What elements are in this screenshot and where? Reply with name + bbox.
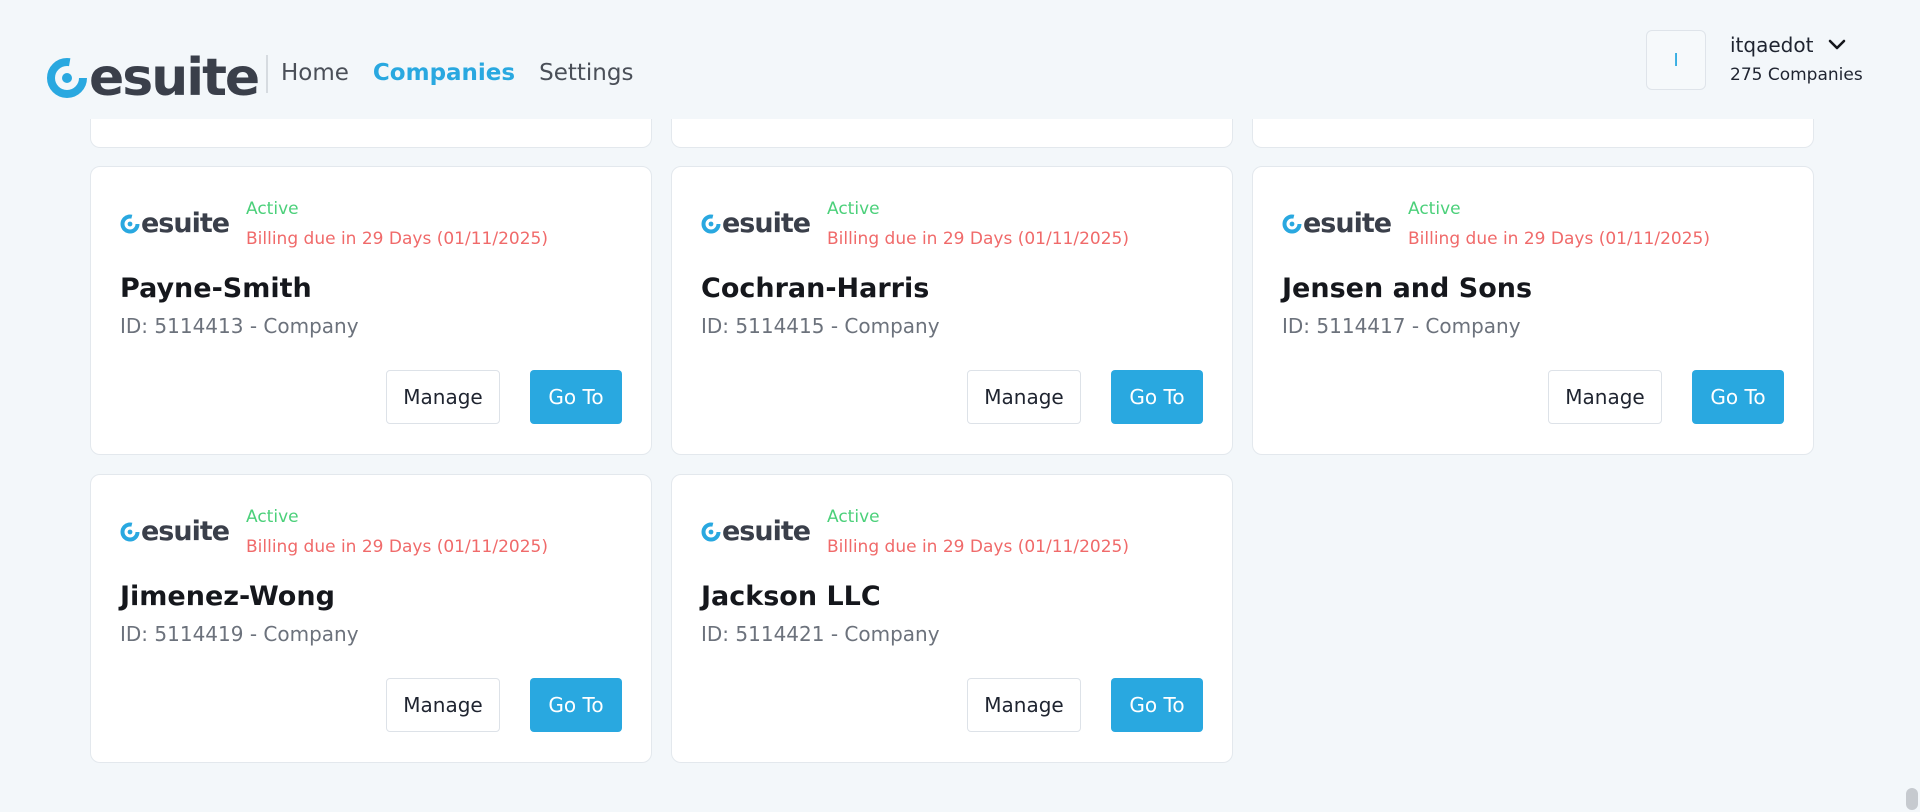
go-to-button[interactable]: Go To bbox=[1111, 678, 1203, 732]
company-logo-text: esuite bbox=[722, 208, 811, 239]
company-logo-text: esuite bbox=[141, 516, 230, 547]
billing-notice: Billing due in 29 Days (01/11/2025) bbox=[1408, 229, 1710, 249]
go-to-button[interactable]: Go To bbox=[1111, 370, 1203, 424]
company-name: Jensen and Sons bbox=[1282, 273, 1533, 304]
status-label: Active bbox=[246, 199, 299, 219]
company-logo-text: esuite bbox=[141, 208, 230, 239]
esuite-logo-icon bbox=[120, 214, 140, 233]
company-id: ID: 5114413 - Company bbox=[120, 314, 359, 338]
esuite-logo-icon bbox=[120, 522, 140, 541]
nav-settings[interactable]: Settings bbox=[539, 60, 633, 86]
company-logo: esuite bbox=[120, 516, 230, 547]
scrollbar-thumb[interactable] bbox=[1906, 788, 1918, 810]
nav-companies[interactable]: Companies bbox=[373, 60, 515, 86]
go-to-button[interactable]: Go To bbox=[1692, 370, 1784, 424]
status-label: Active bbox=[1408, 199, 1461, 219]
company-name: Cochran-Harris bbox=[701, 273, 930, 304]
esuite-logo-icon bbox=[47, 58, 87, 98]
company-name: Payne-Smith bbox=[120, 273, 312, 304]
company-name: Jackson LLC bbox=[701, 581, 881, 612]
company-logo: esuite bbox=[701, 208, 811, 239]
billing-notice: Billing due in 29 Days (01/11/2025) bbox=[827, 537, 1129, 557]
nav-home[interactable]: Home bbox=[281, 60, 349, 86]
esuite-logo-icon bbox=[701, 214, 721, 233]
user-name: itqaedot bbox=[1730, 33, 1814, 57]
go-to-button[interactable]: Go To bbox=[530, 370, 622, 424]
header-divider bbox=[266, 55, 268, 93]
logo-text: esuite bbox=[89, 48, 260, 108]
status-label: Active bbox=[246, 507, 299, 527]
esuite-logo-icon bbox=[701, 522, 721, 541]
manage-button[interactable]: Manage bbox=[967, 370, 1081, 424]
billing-notice: Billing due in 29 Days (01/11/2025) bbox=[827, 229, 1129, 249]
company-logo: esuite bbox=[120, 208, 230, 239]
esuite-logo-icon bbox=[1282, 214, 1302, 233]
go-to-button[interactable]: Go To bbox=[530, 678, 622, 732]
manage-button[interactable]: Manage bbox=[967, 678, 1081, 732]
company-card: esuite Active Billing due in 29 Days (01… bbox=[671, 474, 1233, 763]
top-header: esuite Home Companies Settings I itqaedo… bbox=[0, 0, 1904, 119]
status-label: Active bbox=[827, 507, 880, 527]
main-nav: Home Companies Settings bbox=[281, 60, 633, 86]
manage-button[interactable]: Manage bbox=[386, 678, 500, 732]
company-logo-text: esuite bbox=[722, 516, 811, 547]
companies-count: 275 Companies bbox=[1730, 65, 1863, 85]
company-id: ID: 5114415 - Company bbox=[701, 314, 940, 338]
company-card: esuite Active Billing due in 29 Days (01… bbox=[90, 166, 652, 455]
manage-button[interactable]: Manage bbox=[386, 370, 500, 424]
company-id: ID: 5114419 - Company bbox=[120, 622, 359, 646]
company-card: esuite Active Billing due in 29 Days (01… bbox=[1252, 166, 1814, 455]
billing-notice: Billing due in 29 Days (01/11/2025) bbox=[246, 537, 548, 557]
chevron-down-icon[interactable] bbox=[1827, 35, 1847, 55]
billing-notice: Billing due in 29 Days (01/11/2025) bbox=[246, 229, 548, 249]
page-scrollbar[interactable] bbox=[1904, 0, 1920, 812]
company-card: esuite Active Billing due in 29 Days (01… bbox=[671, 166, 1233, 455]
user-menu[interactable]: itqaedot bbox=[1730, 33, 1847, 57]
user-avatar[interactable]: I bbox=[1646, 30, 1706, 90]
company-id: ID: 5114421 - Company bbox=[701, 622, 940, 646]
company-card: esuite Active Billing due in 29 Days (01… bbox=[90, 474, 652, 763]
company-id: ID: 5114417 - Company bbox=[1282, 314, 1521, 338]
manage-button[interactable]: Manage bbox=[1548, 370, 1662, 424]
company-name: Jimenez-Wong bbox=[120, 581, 335, 612]
company-logo: esuite bbox=[1282, 208, 1392, 239]
brand-logo[interactable]: esuite bbox=[46, 48, 260, 108]
company-logo: esuite bbox=[701, 516, 811, 547]
status-label: Active bbox=[827, 199, 880, 219]
company-logo-text: esuite bbox=[1303, 208, 1392, 239]
